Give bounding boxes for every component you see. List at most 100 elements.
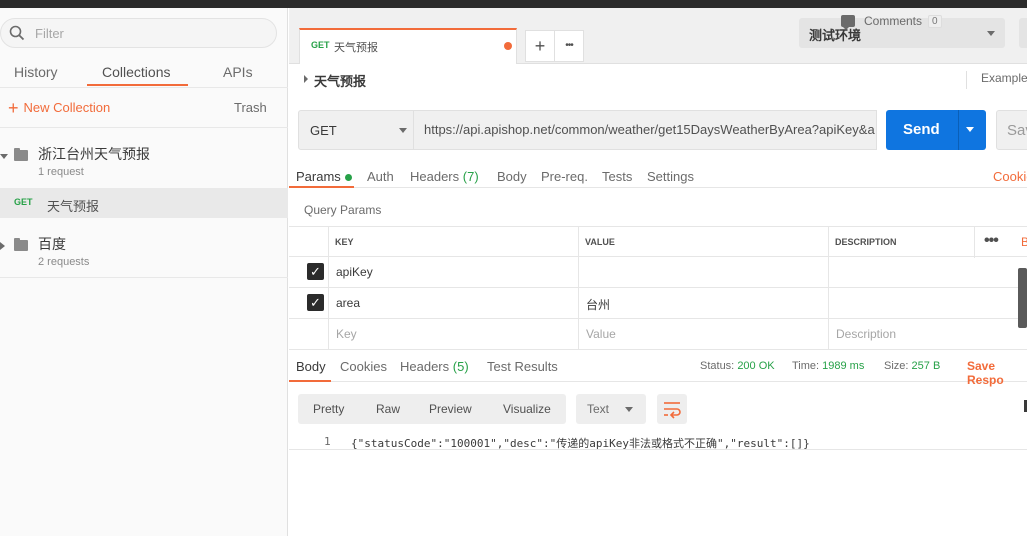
format-value: Text: [587, 402, 610, 416]
method-select[interactable]: GET: [298, 110, 414, 150]
side-scrollbar[interactable]: [1018, 268, 1027, 328]
divider: [0, 277, 288, 278]
description-placeholder: Description: [836, 327, 897, 341]
collection-folder[interactable]: 浙江台州天气预报 1 request: [0, 136, 288, 186]
status-label: Status:: [700, 360, 735, 372]
table-cell: DESCRIPTION: [829, 227, 975, 258]
params-active-dot-icon: [344, 174, 352, 182]
param-key: area: [336, 296, 361, 310]
cookies-link[interactable]: Cookie: [993, 169, 1027, 184]
new-collection-button[interactable]: + New Collection: [8, 99, 110, 117]
request-title-bar: 天气预报: [289, 65, 1027, 95]
trash-button[interactable]: Trash: [234, 100, 267, 115]
format-select[interactable]: Text: [576, 394, 646, 424]
table-row: Key Value Description: [289, 319, 1027, 350]
examples-button[interactable]: Example: [981, 71, 1027, 85]
divider: [966, 71, 967, 89]
new-key-input[interactable]: Key: [329, 319, 579, 350]
view-raw[interactable]: Raw: [376, 402, 400, 416]
key-placeholder: Key: [336, 327, 357, 341]
collection-folder[interactable]: 百度 2 requests: [0, 226, 288, 276]
active-tab-underline: [289, 186, 354, 188]
bulk-edit-link[interactable]: B: [1021, 235, 1027, 249]
tab-more-button[interactable]: •••: [554, 30, 584, 62]
tab-response-cookies[interactable]: Cookies: [340, 359, 387, 374]
column-header-key: KEY: [335, 237, 354, 247]
param-checkbox[interactable]: ✓: [307, 263, 324, 280]
wrap-lines-button[interactable]: [657, 394, 687, 424]
filter-input[interactable]: Filter: [0, 18, 277, 48]
time-readout: Time: 1989 ms: [792, 360, 864, 372]
tab-test-results[interactable]: Test Results: [487, 359, 558, 374]
response-headers-label: Headers: [400, 359, 450, 374]
param-value-cell[interactable]: 台州: [579, 288, 829, 319]
request-tabs: Params Auth Headers (7) Body Pre-req. Te…: [289, 160, 1027, 188]
response-body-text: {"statusCode":"100001","desc":"传递的apiKey…: [351, 437, 810, 450]
environment-quick-look-button[interactable]: [1019, 18, 1027, 48]
request-item[interactable]: GET 天气预报: [0, 188, 288, 218]
param-description-cell[interactable]: [829, 288, 1027, 319]
param-key-cell[interactable]: area: [329, 288, 579, 319]
save-button[interactable]: Sav: [996, 110, 1027, 150]
table-row: ✓ area 台州: [289, 288, 1027, 319]
param-checkbox[interactable]: ✓: [307, 294, 324, 311]
view-mode-tabs: Pretty Raw Preview Visualize: [298, 394, 566, 424]
comments-button[interactable]: Comments 0: [841, 14, 942, 30]
tab-settings[interactable]: Settings: [647, 169, 694, 184]
new-value-input[interactable]: Value: [579, 319, 829, 350]
tab-body[interactable]: Body: [497, 169, 527, 184]
collection-count: 1 request: [38, 166, 84, 178]
param-key-cell[interactable]: apiKey: [329, 257, 579, 288]
chevron-right-icon[interactable]: [0, 242, 5, 250]
view-preview[interactable]: Preview: [429, 402, 472, 416]
value-placeholder: Value: [586, 327, 616, 341]
save-response-button[interactable]: Save Respo: [967, 359, 1027, 387]
chevron-down-icon[interactable]: [0, 154, 8, 159]
status-readout: Status: 200 OK: [700, 360, 775, 372]
more-options-button[interactable]: •••: [984, 232, 999, 250]
tab-auth[interactable]: Auth: [367, 169, 394, 184]
chevron-down-icon[interactable]: [966, 127, 974, 132]
param-description-cell[interactable]: [829, 257, 1027, 288]
table-header-row: KEY VALUE DESCRIPTION ••• B: [289, 226, 1027, 258]
tab-collections[interactable]: Collections: [102, 64, 170, 80]
chevron-down-icon: [625, 407, 633, 412]
request-tab[interactable]: GET 天气预报: [299, 28, 517, 64]
tab-response-body[interactable]: Body: [296, 359, 326, 374]
size-value: 257 B: [911, 360, 941, 372]
param-value-cell[interactable]: [579, 257, 829, 288]
table-cell: KEY: [329, 227, 579, 258]
table-cell: ✓: [289, 257, 329, 288]
send-button[interactable]: Send: [886, 110, 986, 150]
response-body-line[interactable]: 1 {"statusCode":"100001","desc":"传递的apiK…: [289, 434, 1027, 450]
url-input[interactable]: https://api.apishop.net/common/weather/g…: [414, 110, 877, 150]
tab-params[interactable]: Params: [296, 169, 352, 184]
size-label: Size:: [884, 360, 909, 372]
top-window-bar: [0, 0, 1027, 8]
comments-count-badge: 0: [928, 14, 942, 28]
view-visualize[interactable]: Visualize: [503, 402, 551, 416]
tab-headers[interactable]: Headers (7): [410, 169, 479, 184]
tab-apis[interactable]: APIs: [223, 64, 253, 80]
size-readout: Size: 257 B: [884, 360, 940, 372]
unsaved-dot-icon: [504, 42, 512, 50]
view-pretty[interactable]: Pretty: [313, 402, 344, 416]
tab-history[interactable]: History: [14, 64, 58, 80]
column-header-value: VALUE: [585, 237, 615, 247]
table-cell: [289, 227, 329, 258]
folder-icon: [14, 238, 28, 251]
add-tab-button[interactable]: +: [525, 30, 555, 62]
tab-prereq[interactable]: Pre-req.: [541, 169, 588, 184]
folder-icon: [14, 148, 28, 161]
tab-tests[interactable]: Tests: [602, 169, 632, 184]
request-tab-name: 天气预报: [334, 42, 378, 54]
new-description-input[interactable]: Description: [829, 319, 1027, 350]
request-method: GET: [14, 197, 33, 207]
request-name: 天气预报: [47, 199, 100, 214]
divider: [0, 127, 288, 128]
chevron-right-icon[interactable]: [304, 75, 308, 83]
tab-params-label: Params: [296, 169, 341, 184]
tab-response-headers[interactable]: Headers (5): [400, 359, 469, 374]
param-key: apiKey: [336, 265, 373, 279]
line-number: 1: [324, 435, 331, 448]
